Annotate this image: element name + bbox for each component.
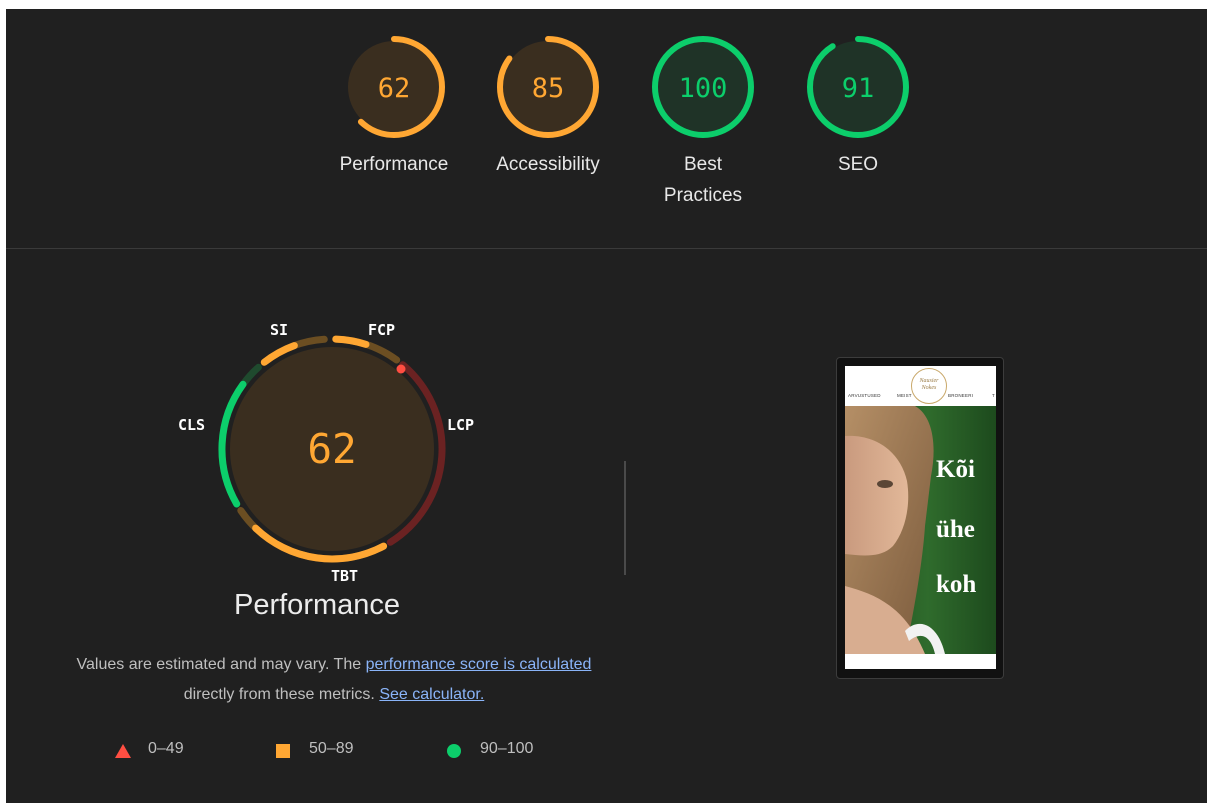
metric-label-fcp[interactable]: FCP <box>368 321 395 339</box>
note-text-1: Values are estimated and may vary. The <box>76 656 366 673</box>
gauge-best-practices-ring: 100 <box>652 36 754 138</box>
screenshot-viewport: ARVUSTUSED MEIST Nausier Nokes BRONEERI … <box>845 366 996 669</box>
legend-fail-range: 0–49 <box>148 740 184 757</box>
gauge-best-practices-label: Best Practices <box>663 154 743 206</box>
logo-line-2: Nokes <box>921 385 937 391</box>
metric-label-si[interactable]: SI <box>270 321 288 339</box>
hero-text-line-3: koh <box>936 571 977 598</box>
gauge-seo-score: 91 <box>842 73 875 104</box>
legend-average-range: 50–89 <box>309 740 354 757</box>
final-screenshot[interactable]: ARVUSTUSED MEIST Nausier Nokes BRONEERI … <box>836 357 1004 679</box>
segment-fcp-fill <box>332 335 370 348</box>
legend-pass-range: 90–100 <box>480 740 534 757</box>
hero-text-line-2: ühe <box>936 516 975 543</box>
screenshot-nav-broneeri: BRONEERI <box>948 393 974 398</box>
screenshot-hero-image: Kõi ühe koh <box>845 406 996 654</box>
hero-text-line-1: Kõi <box>936 456 975 483</box>
lighthouse-report: 62 Performance 85 Accessibility 100 Best… <box>6 9 1207 803</box>
screenshot-logo: Nausier Nokes <box>911 368 947 404</box>
performance-title: Performance <box>234 589 401 621</box>
lcp-marker-dot <box>396 364 406 374</box>
screenshot-nav-arvustused: ARVUSTUSED <box>848 393 881 398</box>
gauge-best-practices[interactable]: 100 Best Practices <box>648 35 758 211</box>
performance-metrics-gauge: 62 <box>218 335 446 563</box>
screenshot-nav-t: T <box>992 393 995 398</box>
triangle-icon <box>115 744 131 758</box>
gauge-seo-label: SEO <box>837 154 879 175</box>
gauge-seo[interactable]: 91 SEO <box>803 35 913 180</box>
note-text-2: directly from these metrics. <box>183 686 380 703</box>
performance-score: 62 <box>307 425 356 473</box>
screenshot-nav-meist: MEIST <box>897 393 912 398</box>
metric-label-cls[interactable]: CLS <box>178 416 205 434</box>
performance-score-link[interactable]: performance score is calculated <box>366 656 592 673</box>
circle-icon <box>447 744 461 758</box>
logo-line-1: Nausier <box>919 378 939 384</box>
gauge-best-practices-score: 100 <box>679 73 728 104</box>
metric-label-tbt[interactable]: TBT <box>331 567 358 585</box>
see-calculator-link[interactable]: See calculator. <box>379 686 484 703</box>
metric-label-lcp[interactable]: LCP <box>447 416 474 434</box>
square-icon <box>276 744 290 758</box>
gauge-seo-ring: 91 <box>807 36 909 138</box>
performance-note: Values are estimated and may vary. The p… <box>68 650 600 710</box>
vertical-divider <box>624 461 626 575</box>
